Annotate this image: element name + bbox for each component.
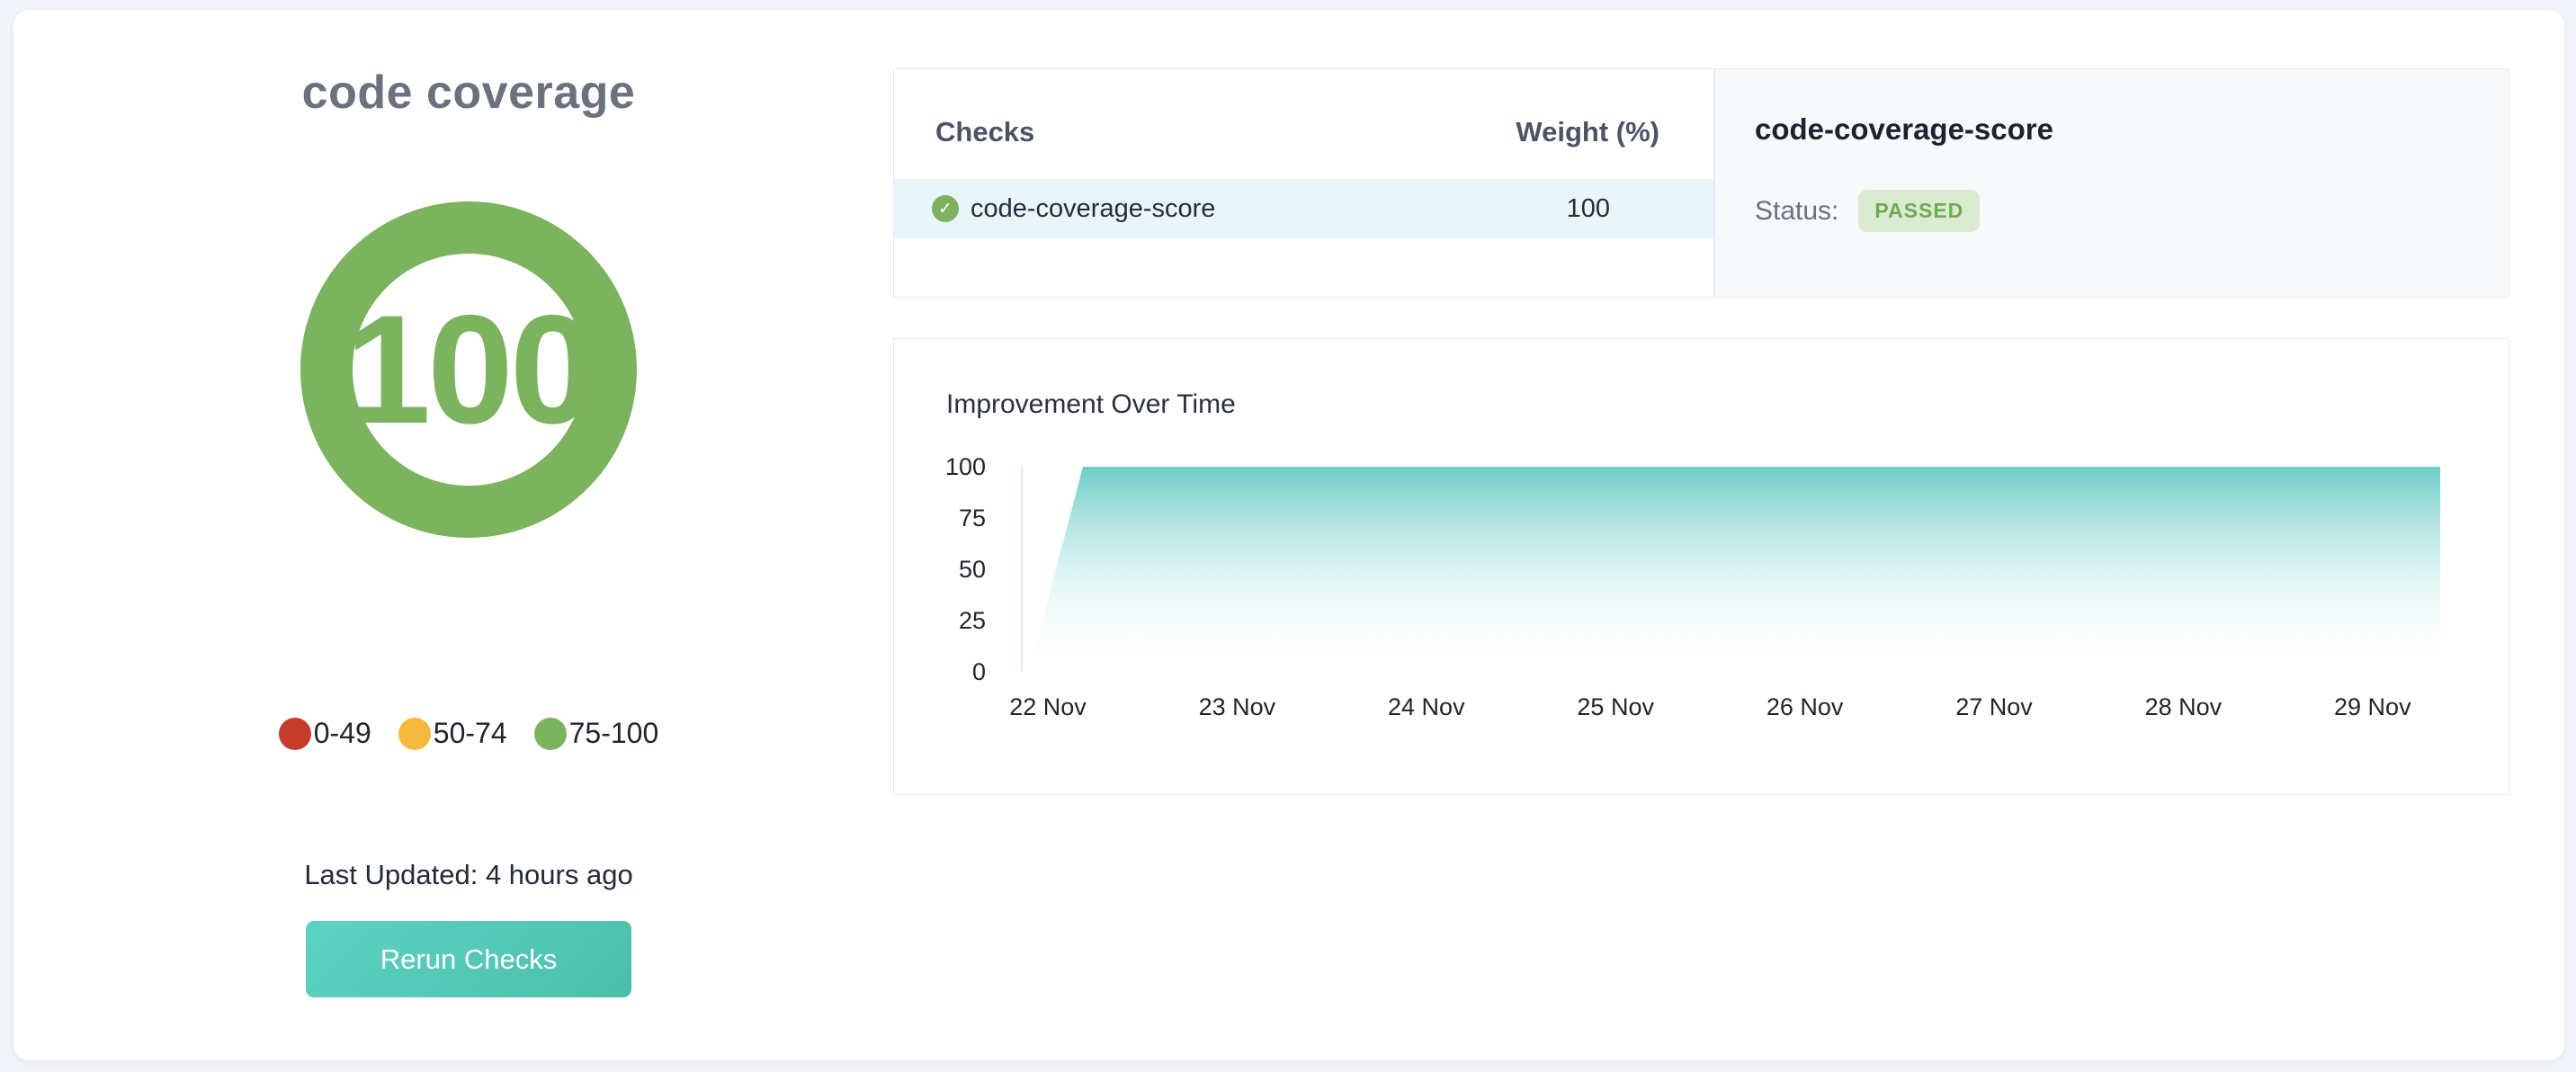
legend-item: 50-74: [398, 717, 507, 750]
dashboard-card: code coverage 100 0-49 50-74 75-100 Last U…: [13, 9, 2565, 1061]
legend-label: 0-49: [314, 717, 371, 750]
table-row[interactable]: ✓ code-coverage-score 100: [894, 179, 1713, 238]
score-legend: 0-49 50-74 75-100: [13, 717, 924, 750]
status-badge: PASSED: [1858, 190, 1980, 232]
page-title: code coverage: [13, 66, 924, 120]
x-axis-tick-label: 24 Nov: [1359, 693, 1494, 721]
status-line: Status: PASSED: [1755, 190, 1980, 232]
checks-table-header: Checks Weight (%): [935, 116, 1659, 148]
rerun-checks-button[interactable]: Rerun Checks: [306, 921, 631, 997]
legend-item: 0-49: [279, 717, 371, 750]
check-detail-panel: code-coverage-score Status: PASSED: [1714, 68, 2509, 298]
check-circle-icon: ✓: [932, 195, 959, 222]
y-axis-tick-label: 25: [894, 606, 986, 635]
checks-column-header: Checks: [935, 116, 1034, 148]
weight-column-header: Weight (%): [1516, 116, 1659, 148]
x-axis-tick-label: 23 Nov: [1169, 693, 1304, 721]
x-axis-tick-label: 22 Nov: [980, 693, 1115, 721]
y-axis-tick-label: 100: [894, 452, 986, 481]
y-axis-tick-label: 50: [894, 555, 986, 584]
legend-dot: [279, 718, 311, 750]
x-axis: 22 Nov23 Nov24 Nov25 Nov26 Nov27 Nov28 N…: [1021, 693, 2447, 726]
area-chart-plot: [1021, 467, 2447, 672]
x-axis-tick-label: 25 Nov: [1548, 693, 1683, 721]
improvement-chart-card: Improvement Over Time 100 75 50 25 0 22 Nov 2…: [893, 338, 2509, 795]
checks-table-card: Checks Weight (%) ✓ code-coverage-score …: [893, 68, 1714, 298]
legend-dot: [398, 718, 431, 750]
status-label: Status:: [1755, 196, 1838, 227]
x-axis-tick-label: 26 Nov: [1738, 693, 1873, 721]
y-axis-line: [1021, 467, 1023, 672]
score-value: 100: [345, 281, 593, 459]
y-axis-tick-label: 0: [894, 657, 986, 686]
page-background: code coverage 100 0-49 50-74 75-100 Last U…: [0, 0, 2576, 1072]
score-panel: code coverage 100 0-49 50-74 75-100 Last U…: [13, 10, 924, 1060]
x-axis-tick-label: 29 Nov: [2305, 693, 2440, 721]
y-axis-tick-label: 75: [894, 504, 986, 532]
score-gauge-ring: 100: [300, 201, 637, 538]
legend-label: 50-74: [434, 717, 507, 750]
check-name-cell: ✓ code-coverage-score: [932, 194, 1567, 224]
last-updated-text: Last Updated: 4 hours ago: [13, 859, 924, 891]
check-detail-title: code-coverage-score: [1755, 112, 2053, 147]
legend-item: 75-100: [534, 717, 659, 750]
chart-title: Improvement Over Time: [946, 389, 1236, 420]
check-name-label: code-coverage-score: [970, 194, 1215, 224]
area-series: [1029, 467, 2440, 672]
legend-dot: [534, 718, 567, 750]
check-weight-cell: 100: [1567, 194, 1610, 224]
y-axis: 1007550250: [894, 467, 986, 672]
x-axis-tick-label: 27 Nov: [1927, 693, 2062, 721]
x-axis-tick-label: 28 Nov: [2115, 693, 2250, 721]
legend-label: 75-100: [569, 717, 659, 750]
